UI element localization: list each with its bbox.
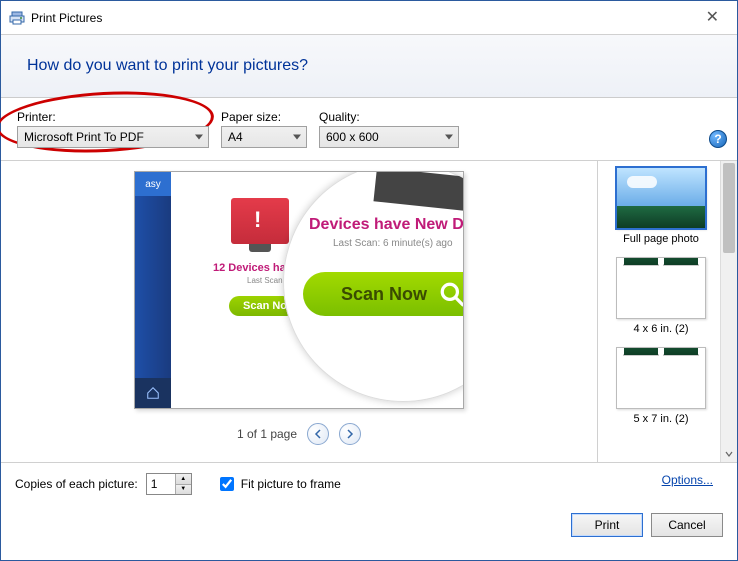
- title-bar: Print Pictures ✕: [1, 1, 737, 35]
- copies-spinbox[interactable]: ▲ ▼: [146, 473, 192, 495]
- preview-sub-zoom: Last Scan: 6 minute(s) ago: [333, 238, 453, 249]
- options-link[interactable]: Options...: [662, 473, 713, 487]
- scrollbar-thumb[interactable]: [723, 163, 735, 253]
- main-area: asy — ✕ ! 12 Devices have New Last Scan:…: [1, 161, 737, 462]
- printer-icon: [9, 10, 25, 26]
- quality-group: Quality:: [319, 110, 459, 148]
- help-icon[interactable]: ?: [709, 130, 727, 148]
- print-button[interactable]: Print: [571, 513, 643, 537]
- template-item[interactable]: 4 x 6 in. (2): [606, 257, 716, 335]
- mini-thumb: [623, 264, 659, 266]
- preview-content: — ✕ ! 12 Devices have New Last Scan: 6 m…: [171, 172, 463, 408]
- landscape-land: [617, 206, 705, 228]
- layout-templates-panel: Full page photo 4 x 6 in. (2) 5 x 7 in. (2…: [597, 161, 737, 462]
- print-options-row: Printer: Paper size: Quality: ?: [1, 98, 737, 161]
- pager-text: 1 of 1 page: [237, 427, 297, 441]
- zoom-lens: Devices have New Driv Last Scan: 6 minut…: [283, 171, 464, 402]
- pager-next-button[interactable]: [339, 423, 361, 445]
- scan-now-big-label: Scan Now: [341, 284, 427, 305]
- template-label: 5 x 7 in. (2): [606, 413, 716, 425]
- copies-input[interactable]: [147, 474, 175, 494]
- printer-group: Printer:: [17, 110, 209, 148]
- copies-increment[interactable]: ▲: [176, 474, 191, 485]
- chevron-left-icon: [313, 429, 323, 439]
- landscape-cloud: [627, 176, 657, 188]
- preview-heading-zoom: Devices have New Driv: [309, 216, 464, 234]
- preview-sidebar-bottom: [135, 378, 171, 408]
- quality-combo[interactable]: [319, 126, 459, 148]
- bottom-options-row: Copies of each picture: ▲ ▼ Fit picture …: [1, 462, 737, 505]
- template-thumbnail: [616, 347, 706, 409]
- template-item[interactable]: Full page photo: [606, 167, 716, 245]
- pager-prev-button[interactable]: [307, 423, 329, 445]
- mini-thumb: [663, 354, 699, 356]
- monitor-icon-zoom: [373, 171, 464, 211]
- chevron-right-icon: [345, 429, 355, 439]
- paper-size-label: Paper size:: [221, 110, 307, 124]
- copies-label: Copies of each picture:: [15, 477, 138, 491]
- templates-scrollbar[interactable]: [720, 161, 737, 462]
- close-icon[interactable]: ✕: [700, 7, 725, 27]
- scan-now-big: Scan Now: [303, 272, 464, 316]
- template-label: 4 x 6 in. (2): [606, 323, 716, 335]
- mini-thumb: [663, 264, 699, 266]
- scrollbar-down[interactable]: [721, 445, 737, 462]
- fit-picture-label: Fit picture to frame: [241, 477, 341, 491]
- cancel-button[interactable]: Cancel: [651, 513, 723, 537]
- template-label: Full page photo: [606, 233, 716, 245]
- home-icon: [146, 386, 160, 400]
- template-thumbnail: [616, 167, 706, 229]
- mini-thumb: [623, 354, 659, 356]
- template-item[interactable]: 5 x 7 in. (2): [606, 347, 716, 425]
- fit-picture-checkbox-row[interactable]: Fit picture to frame: [216, 474, 341, 494]
- preview-sidebar: [135, 172, 171, 408]
- paper-size-group: Paper size:: [221, 110, 307, 148]
- warning-icon: !: [254, 207, 261, 233]
- quality-label: Quality:: [319, 110, 459, 124]
- page-preview: asy — ✕ ! 12 Devices have New Last Scan:…: [134, 171, 464, 409]
- dialog-heading: How do you want to print your pictures?: [1, 35, 737, 98]
- fit-picture-checkbox[interactable]: [220, 477, 234, 491]
- preview-pane: asy — ✕ ! 12 Devices have New Last Scan:…: [1, 161, 597, 462]
- window-title: Print Pictures: [31, 11, 102, 25]
- copies-decrement[interactable]: ▼: [176, 485, 191, 495]
- preview-sidebar-top: asy: [135, 172, 171, 196]
- monitor-stand: [249, 244, 271, 252]
- paper-size-combo[interactable]: [221, 126, 307, 148]
- template-thumbnail: [616, 257, 706, 319]
- printer-label: Printer:: [17, 110, 209, 124]
- chevron-down-icon: [725, 450, 733, 458]
- dialog-buttons-row: Print Cancel: [1, 505, 737, 549]
- magnifier-icon: [439, 281, 464, 307]
- pager: 1 of 1 page: [237, 423, 361, 445]
- printer-combo[interactable]: [17, 126, 209, 148]
